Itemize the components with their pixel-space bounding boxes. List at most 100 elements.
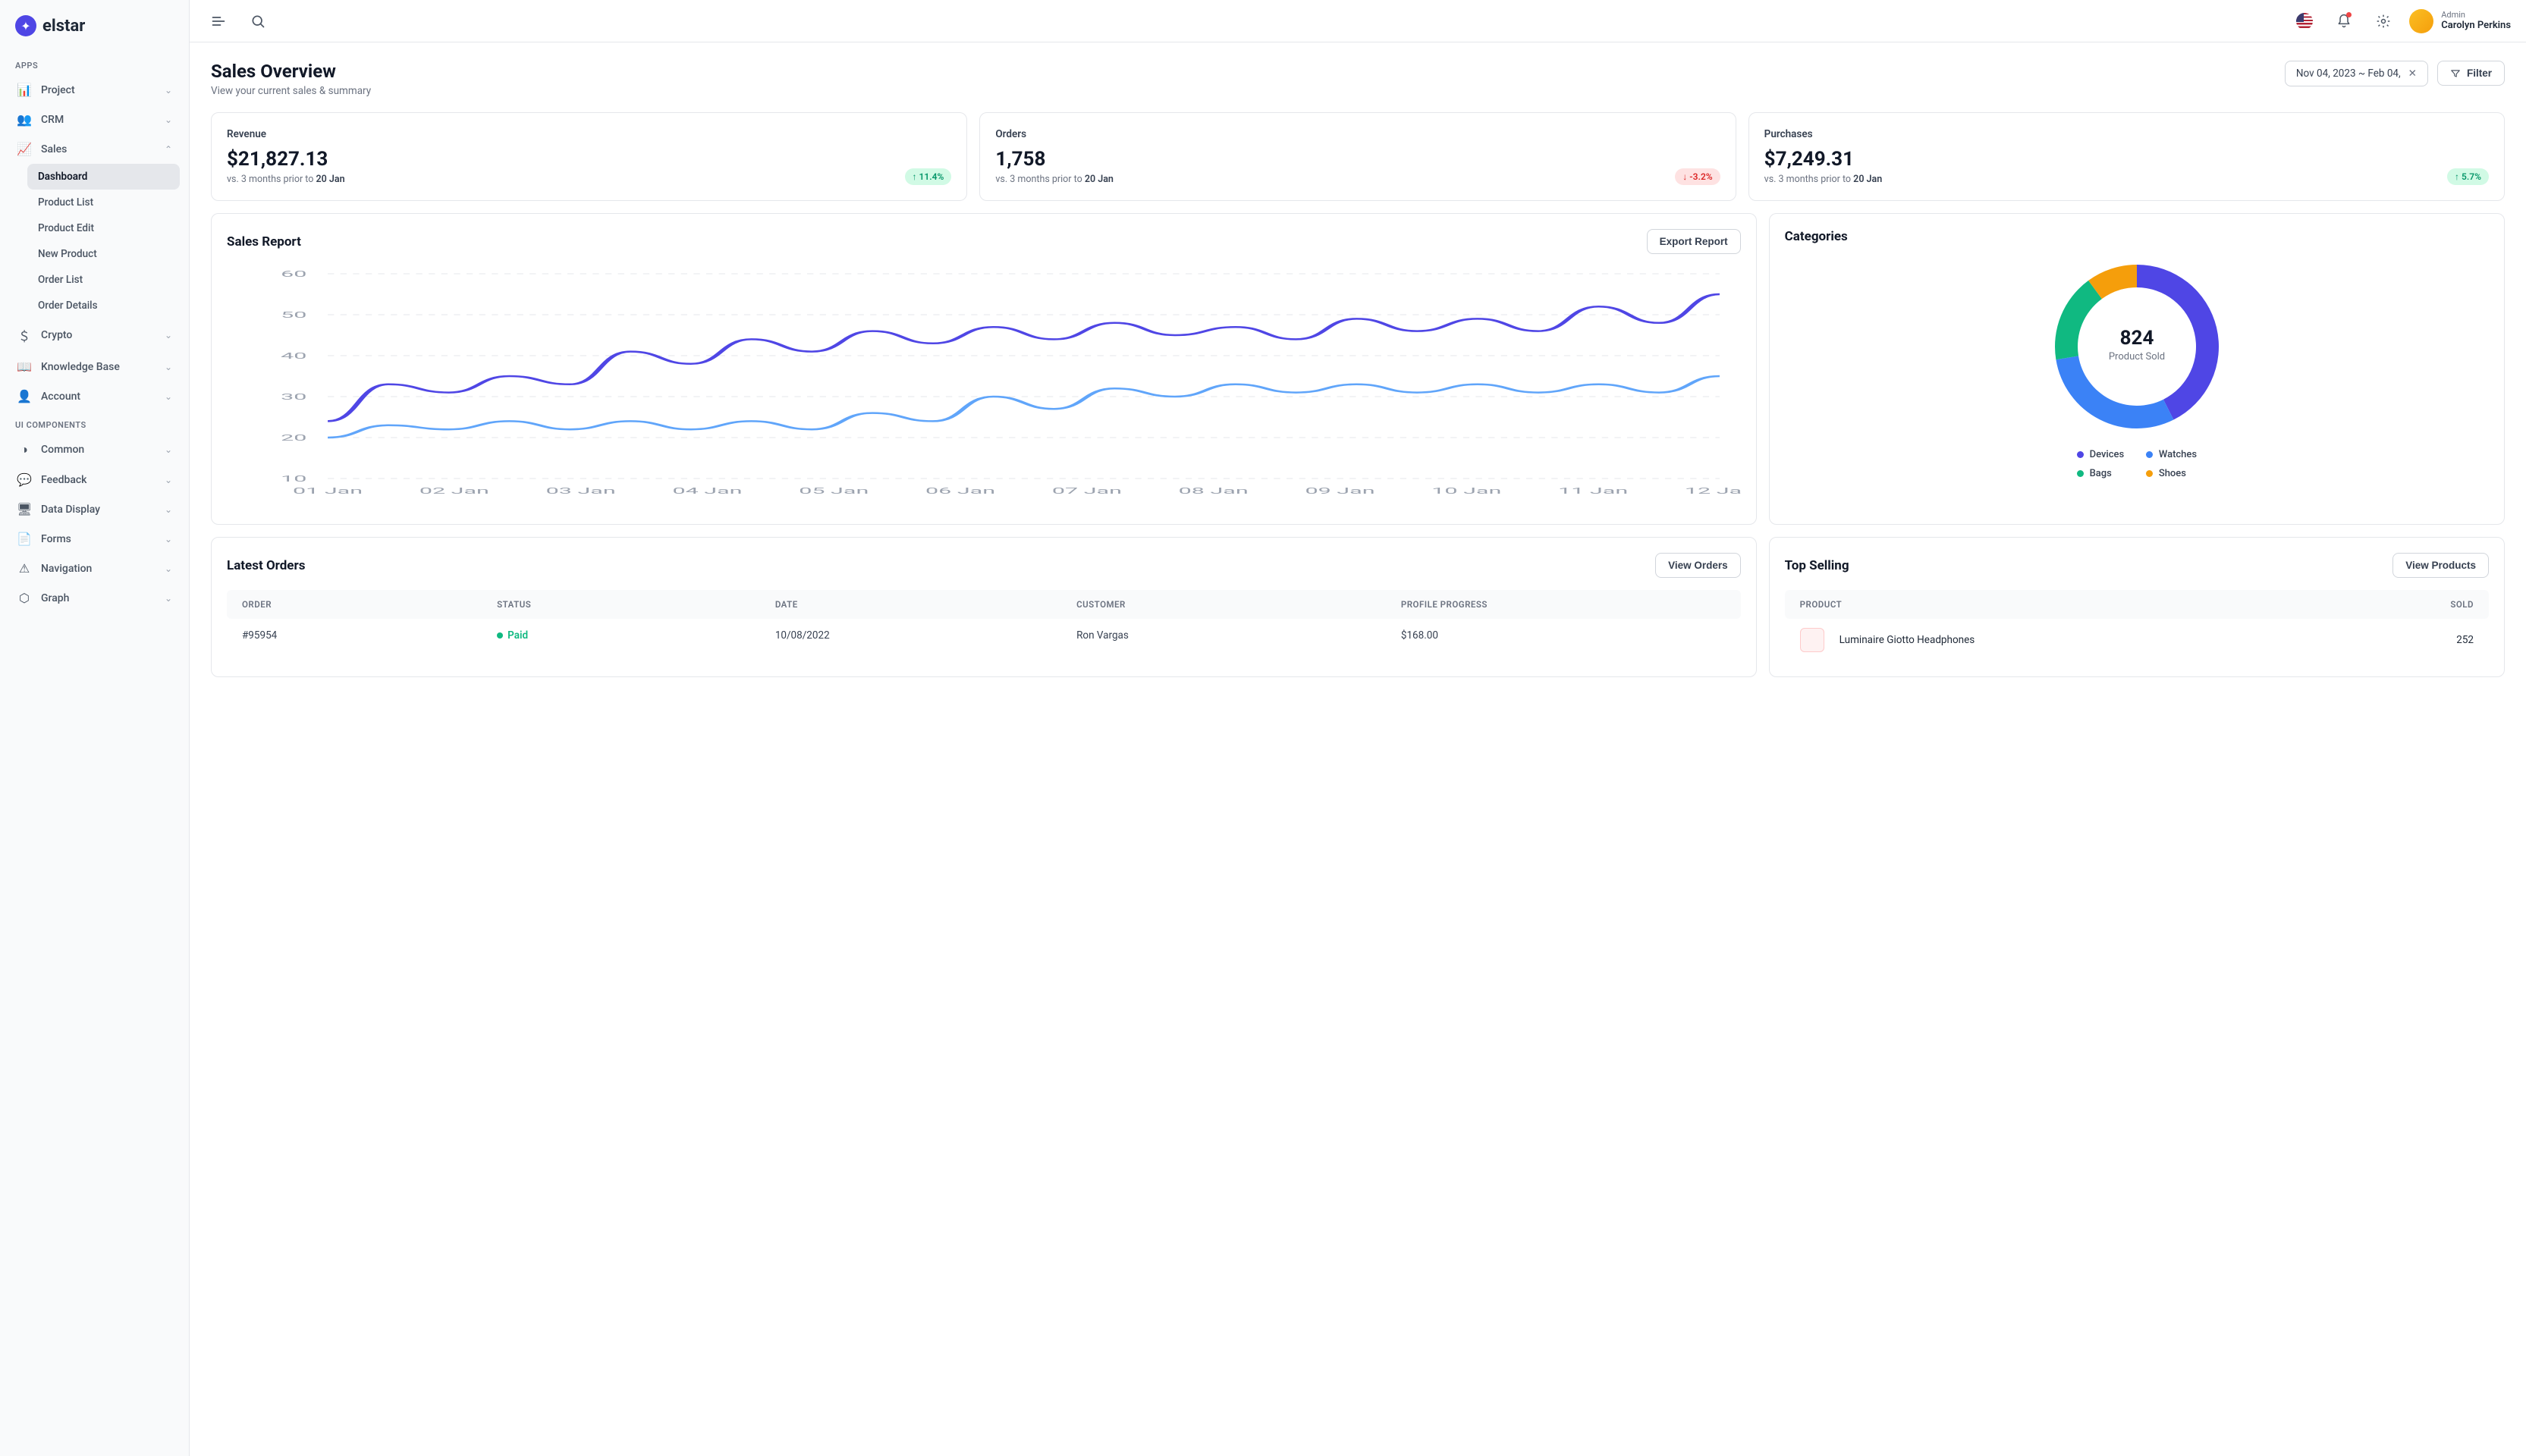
product-sold: 252	[2456, 634, 2474, 646]
sidebar-item-common[interactable]: ◑Common⌄	[9, 435, 180, 465]
kpi-title: Revenue	[227, 128, 951, 140]
legend-item-shoes: Shoes	[2146, 468, 2197, 479]
search-icon	[250, 14, 265, 29]
chevron-down-icon: ⌄	[165, 85, 172, 96]
sidebar-section-heading: APPS	[9, 52, 180, 75]
kpi-change-badge: ↑ 5.7%	[2447, 168, 2489, 185]
view-products-button[interactable]: View Products	[2392, 553, 2489, 578]
kpi-change-badge: ↓ -3.2%	[1675, 168, 1720, 185]
legend-dot	[2077, 470, 2084, 477]
product-row[interactable]: Luminaire Giotto Headphones 252	[1785, 619, 2489, 661]
sidebar-item-crm[interactable]: 👥CRM⌄	[9, 105, 180, 134]
kpi-value: $7,249.31	[1764, 148, 1883, 171]
categories-card: Categories 824Product Sold DevicesWatche…	[1769, 213, 2505, 525]
order-row[interactable]: #95954 Paid 10/08/2022 Ron Vargas $168.0…	[227, 619, 1741, 652]
column-header: STATUS	[497, 599, 775, 610]
sidebar-item-data-display[interactable]: 🖥Data Display⌄	[9, 494, 180, 524]
svg-text:10: 10	[281, 474, 306, 484]
kpi-value: $21,827.13	[227, 148, 345, 171]
nav-label: Account	[41, 391, 80, 403]
sidebar-subitem-order-details[interactable]: Order Details	[27, 293, 180, 318]
notification-dot	[2346, 12, 2352, 17]
column-header: PRODUCT	[1800, 599, 2451, 610]
svg-text:12 Jan: 12 Jan	[1685, 486, 1741, 496]
legend-dot	[2146, 470, 2153, 477]
legend-dot	[2077, 451, 2084, 458]
sidebar-item-project[interactable]: 📊Project⌄	[9, 75, 180, 105]
sidebar-item-account[interactable]: 👤Account⌄	[9, 381, 180, 411]
svg-text:05 Jan: 05 Jan	[799, 486, 869, 496]
nav-icon: ＄	[17, 326, 32, 344]
kpi-card-revenue: Revenue $21,827.13 vs. 3 months prior to…	[211, 112, 967, 201]
user-menu[interactable]: Admin Carolyn Perkins	[2409, 9, 2511, 33]
nav-label: CRM	[41, 114, 64, 126]
sidebar-item-forms[interactable]: 📄Forms⌄	[9, 524, 180, 554]
chevron-down-icon: ⌄	[165, 444, 172, 455]
sidebar-item-feedback[interactable]: 💬Feedback⌄	[9, 465, 180, 494]
chevron-down-icon: ⌄	[165, 504, 172, 515]
order-id: #95954	[242, 629, 497, 642]
sidebar-subitem-product-edit[interactable]: Product Edit	[27, 215, 180, 241]
kpi-card-purchases: Purchases $7,249.31 vs. 3 months prior t…	[1748, 112, 2505, 201]
sidebar-item-navigation[interactable]: ⚠Navigation⌄	[9, 554, 180, 583]
svg-text:60: 60	[281, 269, 306, 279]
chevron-down-icon: ⌄	[165, 593, 172, 604]
nav-label: Crypto	[41, 329, 72, 341]
product-thumb	[1800, 628, 1824, 652]
kpi-title: Purchases	[1764, 128, 2489, 140]
kpi-comparison: vs. 3 months prior to 20 Jan	[995, 174, 1114, 185]
legend-item-bags: Bags	[2077, 468, 2128, 479]
sidebar-item-sales[interactable]: 📈Sales⌃	[9, 134, 180, 164]
sidebar-item-crypto[interactable]: ＄ Crypto ⌄	[9, 318, 180, 352]
categories-title: Categories	[1785, 229, 2489, 244]
sidebar-item-graph[interactable]: ⬡Graph⌄	[9, 583, 180, 613]
settings-button[interactable]	[2370, 8, 2397, 35]
latest-orders-card: Latest Orders View Orders ORDERSTATUSDAT…	[211, 537, 1757, 677]
nav-icon: 🖥	[17, 502, 32, 516]
export-report-button[interactable]: Export Report	[1647, 229, 1741, 254]
sidebar-subitem-order-list[interactable]: Order List	[27, 267, 180, 293]
svg-text:08 Jan: 08 Jan	[1179, 486, 1249, 496]
nav-label: Sales	[41, 143, 67, 155]
gear-icon	[2376, 14, 2391, 29]
logo-icon: ✦	[15, 15, 36, 36]
sidebar-subitem-dashboard[interactable]: Dashboard	[27, 164, 180, 190]
avatar	[2409, 9, 2433, 33]
language-button[interactable]	[2291, 8, 2318, 35]
nav-icon: 📄	[17, 532, 32, 546]
nav-label: Project	[41, 84, 75, 96]
sidebar: ✦ elstar APPS📊Project⌄👥CRM⌄📈Sales⌃Dashbo…	[0, 0, 190, 1456]
nav-icon: 💬	[17, 472, 32, 487]
legend-item-devices: Devices	[2077, 449, 2128, 460]
menu-toggle-button[interactable]	[205, 8, 232, 35]
search-button[interactable]	[244, 8, 272, 35]
nav-label: Graph	[41, 592, 69, 604]
sales-line-chart: 10203040506001 Jan02 Jan03 Jan04 Jan05 J…	[227, 266, 1741, 509]
latest-orders-title: Latest Orders	[227, 558, 305, 573]
user-role: Admin	[2441, 10, 2511, 20]
svg-text:02 Jan: 02 Jan	[419, 486, 489, 496]
top-selling-title: Top Selling	[1785, 558, 1849, 573]
sidebar-subitem-new-product[interactable]: New Product	[27, 241, 180, 267]
nav-icon: 📈	[17, 142, 32, 156]
svg-text:824: 824	[2119, 327, 2154, 350]
chevron-down-icon: ⌄	[165, 330, 172, 340]
nav-icon: 👥	[17, 112, 32, 127]
sidebar-subitem-product-list[interactable]: Product List	[27, 190, 180, 215]
user-name: Carolyn Perkins	[2441, 20, 2511, 32]
nav-label: Navigation	[41, 563, 92, 575]
logo[interactable]: ✦ elstar	[9, 12, 180, 52]
content: Sales Overview View your current sales &…	[190, 42, 2526, 1456]
svg-text:09 Jan: 09 Jan	[1305, 486, 1375, 496]
page-title: Sales Overview	[211, 61, 371, 82]
date-range-picker[interactable]: Nov 04, 2023 ~ Feb 04, ✕	[2285, 61, 2428, 86]
filter-button[interactable]: Filter	[2437, 61, 2505, 86]
sidebar-item-knowledge-base[interactable]: 📖Knowledge Base⌄	[9, 352, 180, 381]
chevron-down-icon: ⌄	[165, 475, 172, 485]
top-selling-header: PRODUCTSOLD	[1785, 590, 2489, 619]
clear-date-icon[interactable]: ✕	[2408, 67, 2417, 80]
notifications-button[interactable]	[2330, 8, 2358, 35]
view-orders-button[interactable]: View Orders	[1655, 553, 1741, 578]
svg-text:20: 20	[281, 433, 306, 443]
flag-us-icon	[2296, 13, 2313, 30]
